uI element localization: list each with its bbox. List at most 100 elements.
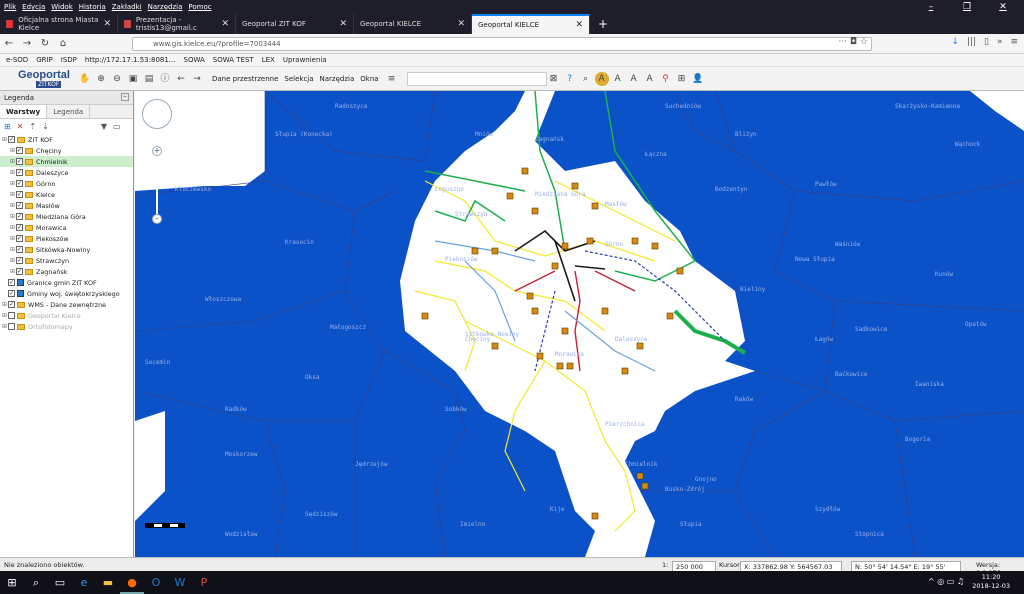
move-down-icon[interactable]: ⇣: [42, 122, 49, 131]
menu-view[interactable]: Widok: [51, 3, 73, 11]
new-tab-icon[interactable]: +: [590, 14, 616, 34]
layer-checkbox[interactable]: ✓: [8, 301, 15, 308]
layer-tree-item[interactable]: ⊞ ✓ Miedziana Góra: [0, 211, 133, 222]
layer-tree-item[interactable]: ⊞ Ortofotomapy: [0, 321, 133, 332]
collapse-icon[interactable]: –: [121, 93, 129, 101]
system-tray-icons[interactable]: ^ ◎ ▭ ♫: [928, 577, 964, 586]
zoom-minus-icon[interactable]: –: [152, 214, 162, 224]
powerpoint-icon[interactable]: P: [192, 571, 216, 594]
menu-file[interactable]: Plik: [4, 3, 16, 11]
menu-tools[interactable]: Narzędzia: [148, 3, 183, 11]
remove-layer-icon[interactable]: ✕: [17, 122, 24, 131]
text-small-icon[interactable]: A: [627, 72, 641, 86]
zoom-in-icon[interactable]: ⊕: [94, 72, 108, 86]
layer-checkbox[interactable]: ✓: [8, 136, 15, 143]
layer-checkbox[interactable]: ✓: [8, 279, 15, 286]
tab-close-icon[interactable]: ✕: [575, 20, 583, 30]
menu-selection[interactable]: Selekcja: [284, 75, 313, 83]
annotation-icon[interactable]: A: [594, 71, 609, 86]
search-taskbar-icon[interactable]: ⌕: [24, 571, 48, 594]
file-explorer-icon[interactable]: ▬: [96, 571, 120, 594]
windows-start-icon[interactable]: ⊞: [0, 571, 24, 594]
layer-checkbox[interactable]: ✓: [16, 158, 23, 165]
firefox-icon[interactable]: ●: [120, 571, 144, 594]
info-icon[interactable]: ⓘ: [158, 72, 172, 86]
tab-kielce-city[interactable]: Oficjalna strona Miasta Kielce ✕: [0, 14, 118, 34]
back-icon[interactable]: ←: [0, 38, 18, 49]
hamburger-menu-icon[interactable]: ≡: [1010, 37, 1018, 47]
bookmark-grip[interactable]: GRIP: [36, 56, 53, 64]
layer-tree-item[interactable]: ⊞ ✓ Morawica: [0, 222, 133, 233]
layer-tree-item[interactable]: ✓ Gminy woj. świętokrzyskiego: [0, 288, 133, 299]
layer-tree-item[interactable]: ⊞ ✓ Chęciny: [0, 145, 133, 156]
search-input[interactable]: [406, 71, 547, 86]
layer-checkbox[interactable]: ✓: [16, 257, 23, 264]
forward-icon[interactable]: →: [18, 38, 36, 49]
tab-close-icon[interactable]: ✕: [457, 19, 465, 29]
layer-tree-item[interactable]: ✓ Granice gmin ZIT KOF: [0, 277, 133, 288]
measure-icon[interactable]: ⌕: [579, 72, 593, 86]
tab-geoportal-kielce[interactable]: Geoportal KIELCE ✕: [354, 14, 472, 34]
pan-hand-icon[interactable]: ✋: [78, 72, 92, 86]
layer-tree-item[interactable]: ⊞ ✓ Górno: [0, 178, 133, 189]
tab-close-icon[interactable]: ✕: [221, 19, 229, 29]
library-icon[interactable]: |||: [967, 37, 976, 47]
zoom-slider-track[interactable]: [156, 156, 158, 214]
tab-gmail[interactable]: Prezentacja - tristis13@gmail.c ✕: [118, 14, 236, 34]
bookmark-sowa[interactable]: SOWA: [184, 56, 205, 64]
add-layer-icon[interactable]: ⊞: [4, 122, 11, 131]
menu-windows[interactable]: Okna: [360, 75, 378, 83]
reload-icon[interactable]: ↻: [36, 38, 54, 49]
layer-tree-item[interactable]: ⊞ ✓ Kielce: [0, 189, 133, 200]
maximize-icon[interactable]: ❐: [952, 0, 982, 14]
user-icon[interactable]: 👤: [691, 72, 705, 86]
star-icon[interactable]: ☆: [860, 37, 868, 47]
move-up-icon[interactable]: ⇡: [29, 122, 36, 131]
menu-edit[interactable]: Edycja: [22, 3, 45, 11]
bookmark-uprawnienia[interactable]: Uprawnienia: [283, 56, 327, 64]
zoom-box-icon[interactable]: ▣: [126, 72, 140, 86]
bookmark-lex[interactable]: LEX: [262, 56, 275, 64]
bookmark-ip[interactable]: http://172.17.1.53:8081...: [85, 56, 176, 64]
taskbar-clock[interactable]: 11:20 2018-12-03: [972, 573, 1010, 591]
layer-tree-item[interactable]: ⊞ Geoportal Kielce: [0, 310, 133, 321]
tab-legend[interactable]: Legenda: [47, 105, 91, 118]
tab-close-icon[interactable]: ✕: [339, 19, 347, 29]
map-view[interactable]: Radoszyce Słupia (Konecka) Mniów Zagnańsk Su…: [135, 91, 1024, 557]
layer-checkbox[interactable]: ✓: [8, 290, 15, 297]
layer-checkbox[interactable]: [8, 312, 15, 319]
layer-tree-item[interactable]: ⊞ ✓ Daleszyce: [0, 167, 133, 178]
layer-tree-item[interactable]: ⊞ ✓ Strawczyn: [0, 255, 133, 266]
location-pin-icon[interactable]: ⚲: [659, 72, 673, 86]
layer-tree-item[interactable]: ⊞ ✓ Masłów: [0, 200, 133, 211]
close-window-icon[interactable]: ✕: [988, 0, 1018, 14]
minimize-icon[interactable]: –: [916, 0, 946, 14]
tab-layers[interactable]: Warstwy: [0, 105, 48, 118]
layer-checkbox[interactable]: ✓: [16, 169, 23, 176]
word-icon[interactable]: W: [168, 571, 192, 594]
pan-control-icon[interactable]: [142, 99, 172, 129]
page-actions-icon[interactable]: ···: [838, 37, 847, 47]
clear-search-icon[interactable]: ⊠: [547, 72, 561, 86]
menu-history[interactable]: Historia: [79, 3, 106, 11]
url-bar[interactable]: www.gis.kielce.eu/?profile=7003444: [132, 37, 872, 51]
pocket-icon[interactable]: ◘: [850, 37, 857, 47]
layer-checkbox[interactable]: ✓: [16, 180, 23, 187]
tab-geoportal-zit[interactable]: Geoportal ZIT KOF ✕: [236, 14, 354, 34]
layer-checkbox[interactable]: ✓: [16, 191, 23, 198]
menu-spatial-data[interactable]: Dane przestrzenne: [212, 75, 278, 83]
zoom-plus-icon[interactable]: +: [152, 146, 162, 156]
next-view-icon[interactable]: →: [190, 72, 204, 86]
tab-geoportal-kielce-active[interactable]: Geoportal KIELCE ✕: [472, 14, 590, 34]
filter-icon[interactable]: ▼: [101, 122, 107, 131]
layer-tree-item[interactable]: ⊞ ✓ Chmielnik: [0, 156, 133, 167]
search-icon[interactable]: ≡: [385, 72, 399, 86]
layer-checkbox[interactable]: ✓: [16, 213, 23, 220]
menu-help[interactable]: Pomoc: [188, 3, 211, 11]
text-color-icon[interactable]: A: [643, 72, 657, 86]
layer-checkbox[interactable]: ✓: [16, 246, 23, 253]
zoom-out-icon[interactable]: ⊖: [110, 72, 124, 86]
print-icon[interactable]: ▤: [142, 72, 156, 86]
layer-tree-item[interactable]: ⊞ ✓ Sitkówka-Nowiny: [0, 244, 133, 255]
layer-checkbox[interactable]: ✓: [16, 268, 23, 275]
